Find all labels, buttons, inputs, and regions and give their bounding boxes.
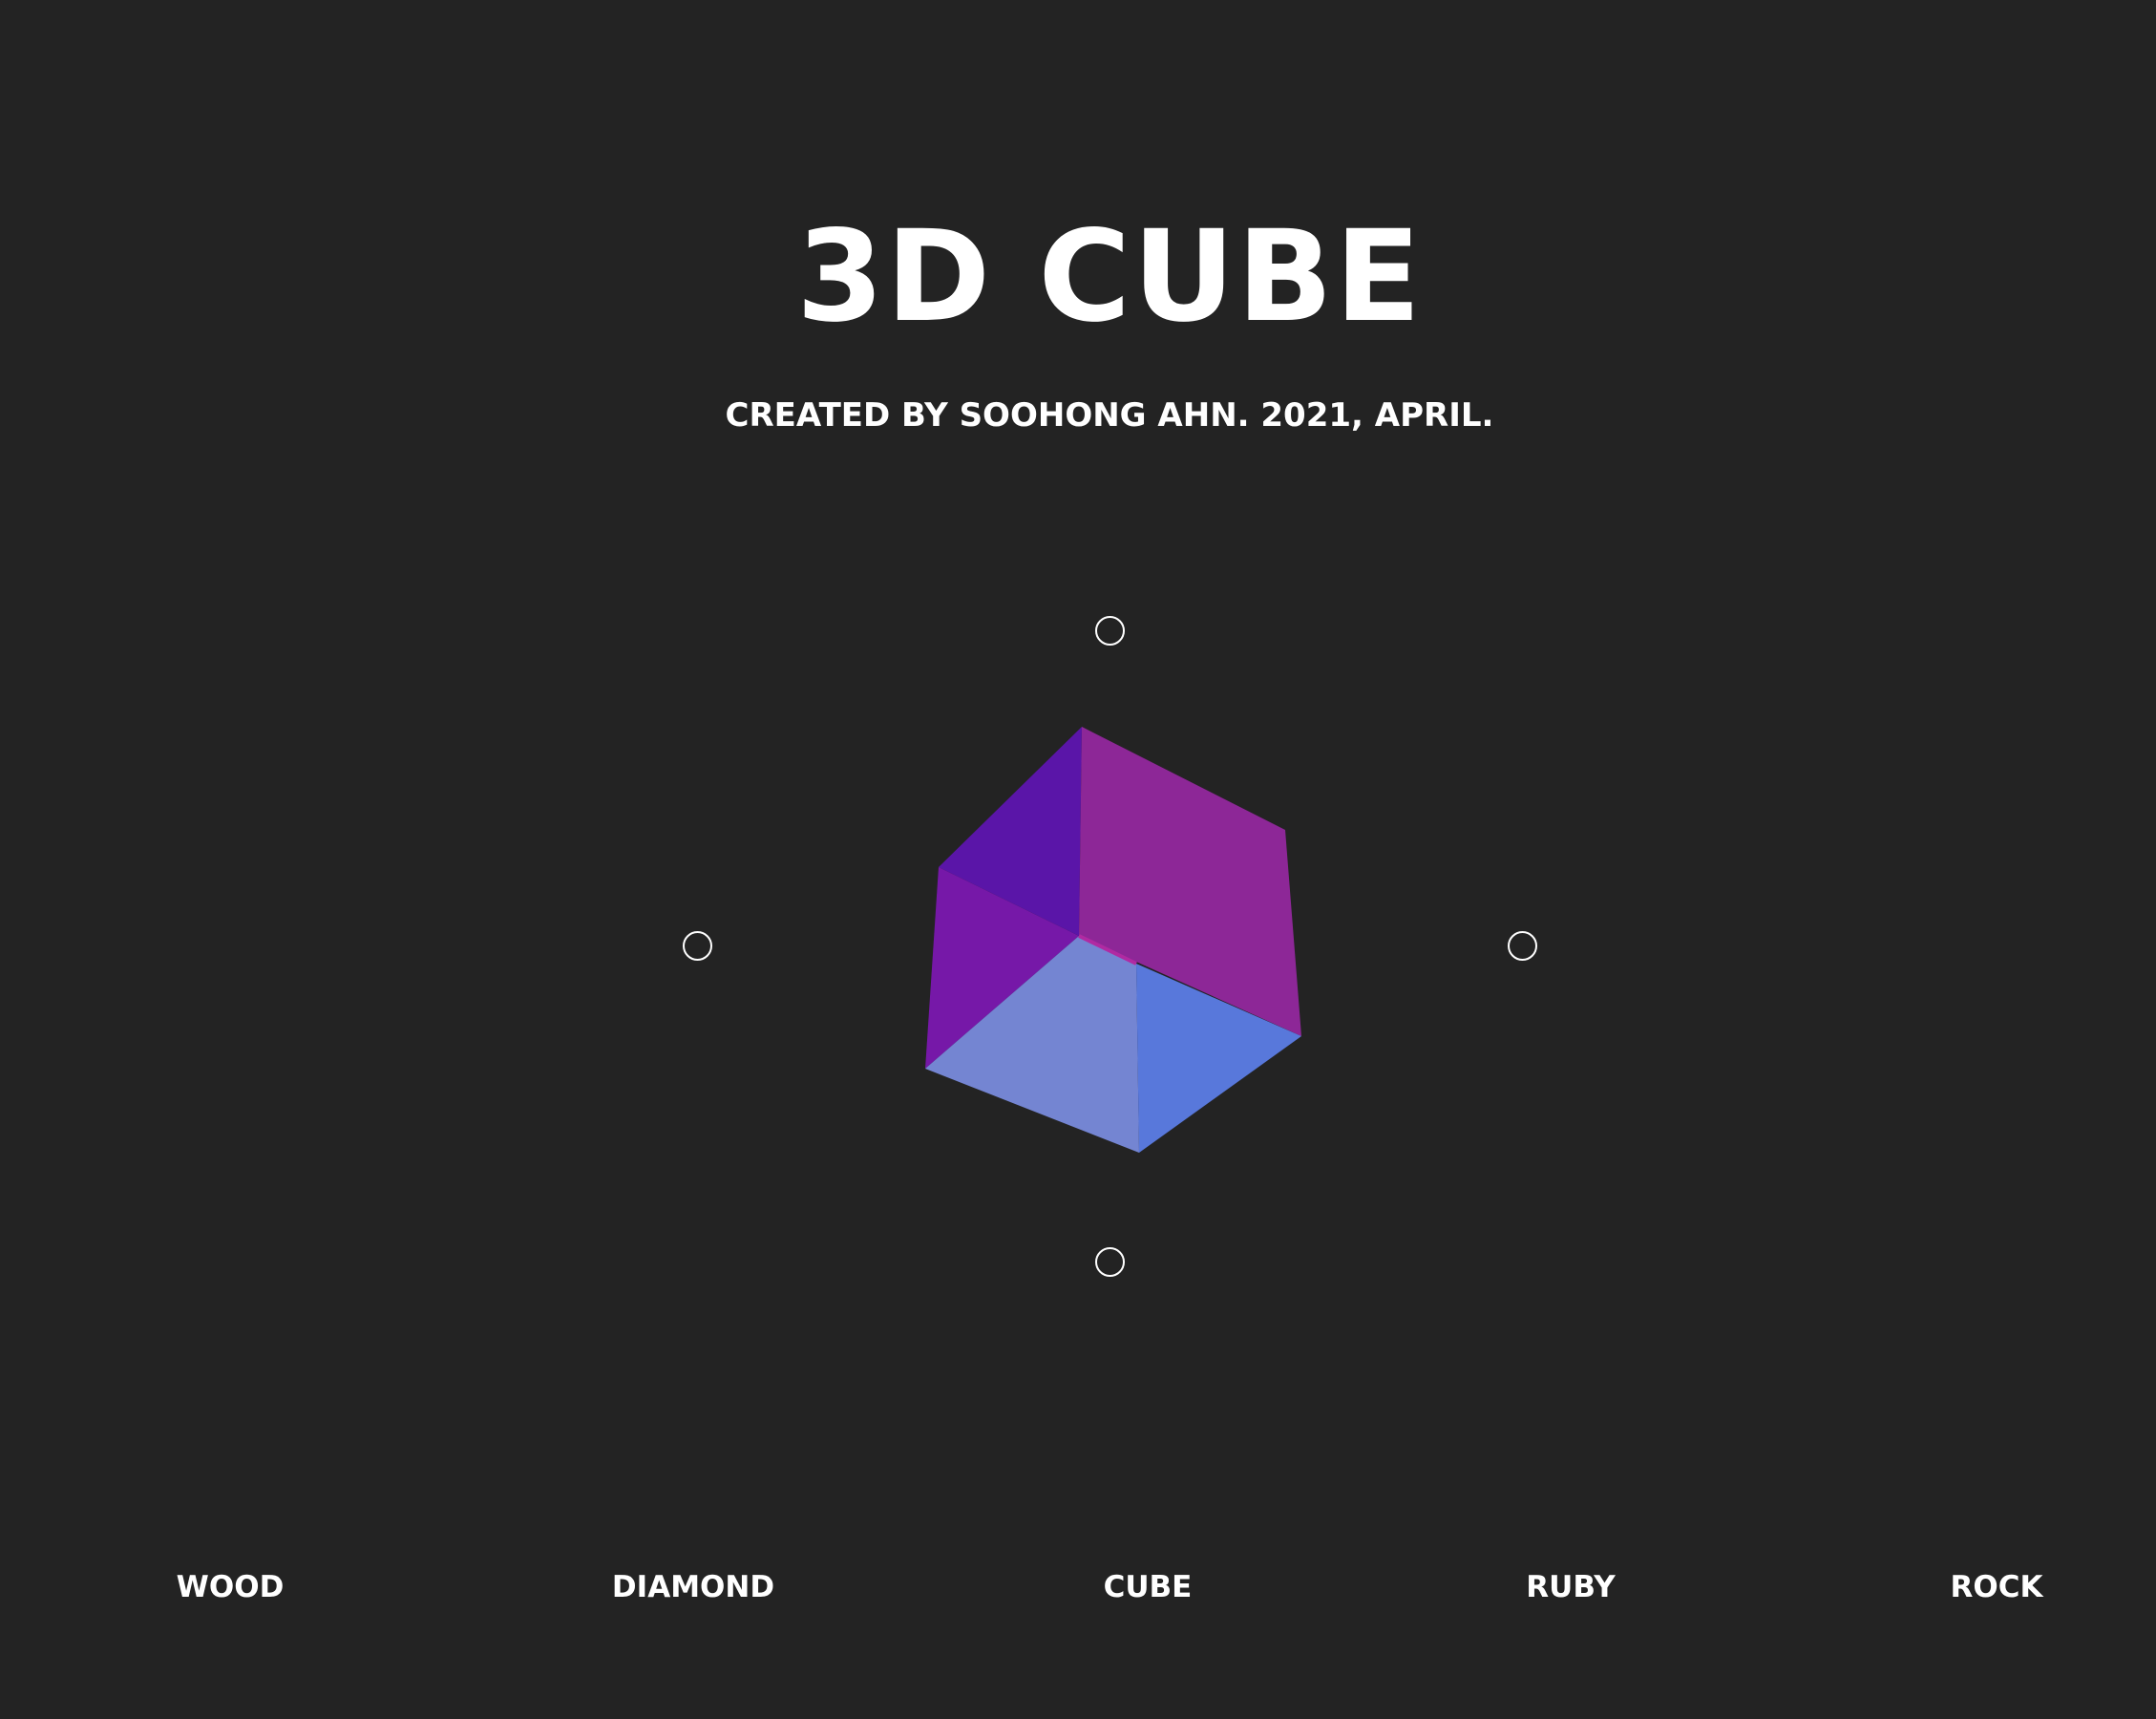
menu-item-ruby[interactable]: RUBY [1526, 1566, 1615, 1609]
cube-3d[interactable] [917, 721, 1308, 1160]
menu-item-wood[interactable]: WOOD [177, 1566, 285, 1609]
menu-item-rock[interactable]: ROCK [1951, 1566, 2043, 1609]
page-subtitle: CREATED BY SOOHONG AHN. 2021, APRIL. [725, 396, 1494, 435]
rotate-right-button[interactable] [1508, 931, 1537, 961]
rotate-up-button[interactable] [1095, 616, 1125, 646]
page: 3D CUBE CREATED BY SOOHONG AHN. 2021, AP… [0, 0, 2156, 1719]
rotate-down-button[interactable] [1095, 1247, 1125, 1277]
menu-item-cube[interactable]: CUBE [1104, 1566, 1193, 1609]
menu-item-diamond[interactable]: DIAMOND [612, 1566, 774, 1609]
rotate-left-button[interactable] [683, 931, 712, 961]
page-title: 3D CUBE [795, 203, 1424, 350]
